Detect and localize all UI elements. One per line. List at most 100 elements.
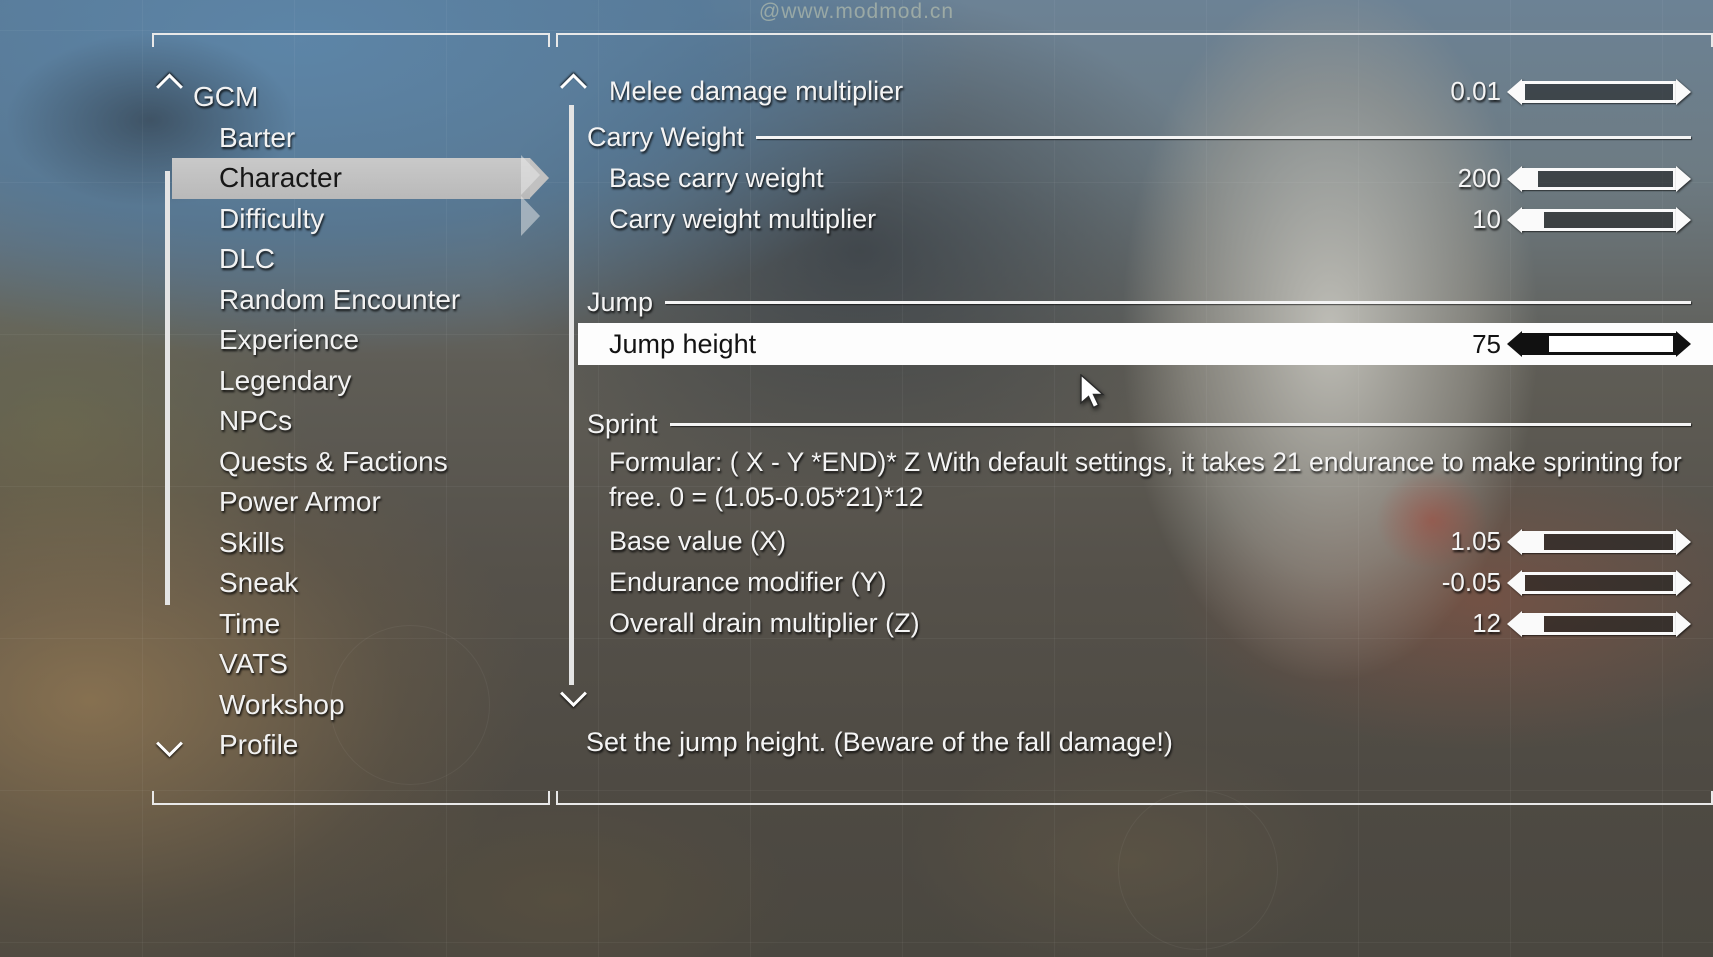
menu-item-time[interactable]: Time [172,604,550,645]
menu-item-skills[interactable]: Skills [172,523,550,564]
menu-item-quests-factions[interactable]: Quests & Factions [172,442,550,483]
slider-increase-arrow-icon[interactable] [1676,331,1691,357]
slider-track[interactable] [1522,333,1676,355]
content-scroll-down-button[interactable] [558,679,588,709]
setting-row-overall-drain-multiplier-z[interactable]: Overall drain multiplier (Z) 12 [578,603,1713,644]
menu-item-experience[interactable]: Experience [172,320,550,361]
slider-fill [1525,170,1539,187]
panel-corner-bottom-right [530,791,550,805]
content-edge-bottom [576,803,1693,805]
setting-row-melee-damage-multiplier[interactable]: Melee damage multiplier 0.01 [578,71,1713,112]
setting-value: 0.01 [1450,76,1501,106]
slider-increase-arrow-icon[interactable] [1676,528,1691,555]
slider-track[interactable] [1522,167,1676,190]
selection-arrow-ghost-1 [521,155,540,195]
slider-increase-arrow-icon[interactable] [1676,206,1691,233]
setting-row-base-value-x[interactable]: Base value (X) 1.05 [578,521,1713,562]
section-title: Carry Weight [587,121,745,152]
menu-item-character[interactable]: Character [172,158,549,199]
setting-value: 75 [1472,328,1501,359]
slider-fill [1525,336,1549,352]
slider-melee-damage-multiplier[interactable] [1507,78,1691,105]
setting-row-base-carry-weight[interactable]: Base carry weight 200 [578,158,1713,199]
menu-item-power-armor[interactable]: Power Armor [172,482,550,523]
menu-item-label: Difficulty [219,202,325,234]
menu-item-label: Character [219,162,342,193]
setting-label: Melee damage multiplier [609,76,904,106]
panel-corner-top-left [152,33,172,47]
menu-item-legendary[interactable]: Legendary [172,361,550,402]
menu-item-sneak[interactable]: Sneak [172,563,550,604]
menu-item-label: Power Armor [219,486,381,517]
setting-row-endurance-modifier-y[interactable]: Endurance modifier (Y) -0.05 [578,562,1713,603]
slider-carry-weight-multiplier[interactable] [1507,206,1691,233]
section-header-carry-weight: Carry Weight [578,116,1713,158]
menu-item-gcm[interactable]: GCM [172,77,550,118]
slider-track[interactable] [1522,530,1676,553]
slider-decrease-arrow-icon[interactable] [1507,78,1522,105]
setting-row-carry-weight-multiplier[interactable]: Carry weight multiplier 10 [578,199,1713,240]
menu-item-barter[interactable]: Barter [172,118,550,159]
menu-item-label: VATS [219,648,288,679]
setting-value: -0.05 [1441,567,1501,597]
menu-item-dlc[interactable]: DLC [172,239,550,280]
slider-fill [1525,615,1545,632]
slider-increase-arrow-icon[interactable] [1676,165,1691,192]
panel-edge-bottom [172,803,530,805]
selection-arrow-ghost-2 [521,196,540,236]
setting-value: 12 [1472,608,1501,638]
slider-decrease-arrow-icon[interactable] [1507,331,1522,357]
setting-row-jump-height[interactable]: Jump height 75 [578,323,1713,365]
menu-item-random-encounter[interactable]: Random Encounter [172,280,550,321]
slider-increase-arrow-icon[interactable] [1676,78,1691,105]
slider-fill [1525,533,1545,550]
menu-scrollbar-thumb[interactable] [165,171,170,605]
content-corner-top-right [1693,33,1713,47]
menu-item-difficulty[interactable]: Difficulty [172,199,550,240]
slider-decrease-arrow-icon[interactable] [1507,206,1522,233]
section-rule [669,422,1691,426]
content-edge-top [576,33,1693,35]
section-rule [756,135,1691,139]
menu-item-npcs[interactable]: NPCs [172,401,550,442]
settings-content-panel: Melee damage multiplier 0.01 Carry Weigh… [556,33,1713,805]
setting-label: Carry weight multiplier [609,204,877,234]
content-corner-top-left [556,33,576,47]
setting-value: 10 [1472,204,1501,234]
watermark: @www.modmod.cn [758,0,955,23]
slider-decrease-arrow-icon[interactable] [1507,610,1522,637]
slider-fill [1525,211,1545,228]
slider-base-carry-weight[interactable] [1507,165,1691,192]
section-header-jump: Jump [578,281,1713,323]
setting-label: Jump height [609,328,757,359]
slider-decrease-arrow-icon[interactable] [1507,569,1522,596]
menu-item-label: Experience [219,324,360,355]
menu-item-label: NPCs [219,405,293,436]
slider-track[interactable] [1522,612,1676,635]
setting-value: 1.05 [1450,526,1501,556]
slider-track[interactable] [1522,571,1676,594]
menu-item-profile[interactable]: Profile [172,725,550,766]
slider-decrease-arrow-icon[interactable] [1507,165,1522,192]
menu-item-label: Barter [219,121,296,153]
menu-item-label: Quests & Factions [219,445,448,477]
slider-jump-height[interactable] [1507,331,1691,357]
slider-base-value-x[interactable] [1507,528,1691,555]
menu-item-vats[interactable]: VATS [172,644,550,685]
menu-item-label: Random Encounter [219,283,461,315]
menu-item-workshop[interactable]: Workshop [172,685,550,726]
slider-track[interactable] [1522,208,1676,231]
category-menu-list: GCM Barter Character Difficulty DLC Random En… [172,77,550,766]
content-scrollbar-thumb[interactable] [569,105,574,685]
background-grid-circle-2 [1118,790,1278,950]
slider-increase-arrow-icon[interactable] [1676,610,1691,637]
section-title: Jump [587,286,654,317]
slider-endurance-modifier-y[interactable] [1507,569,1691,596]
slider-increase-arrow-icon[interactable] [1676,569,1691,596]
slider-overall-drain-multiplier-z[interactable] [1507,610,1691,637]
slider-track[interactable] [1522,80,1676,103]
slider-decrease-arrow-icon[interactable] [1507,528,1522,555]
section-rule [665,300,1691,304]
section-header-sprint: Sprint [578,403,1713,445]
menu-item-label: Skills [219,526,285,558]
